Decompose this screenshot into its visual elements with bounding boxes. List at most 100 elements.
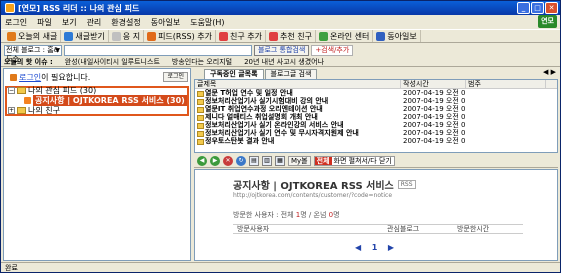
add-friend-button[interactable]: 친구 추가 — [216, 30, 266, 42]
brand-logo: 연모 — [538, 15, 557, 28]
hot-issue-link[interactable]: 20년 내년 사고시 생겼어나 — [244, 57, 324, 67]
column-visit-time: 방문한시간 — [457, 225, 490, 233]
minimize-button[interactable]: _ — [517, 2, 530, 14]
login-link[interactable]: 로그인 — [19, 72, 41, 83]
back-icon[interactable]: ◀ — [197, 156, 207, 166]
my-list-button[interactable]: My볼 — [288, 156, 311, 166]
full-badge: 전체 — [314, 157, 332, 165]
column-title[interactable]: 글제목 — [195, 80, 401, 88]
hot-issues-label: 오늘의 핫 이슈 : — [4, 57, 53, 66]
online-center-button[interactable]: 온라인 센터 — [316, 30, 374, 42]
blog-search-button[interactable]: 블로그 통합검색 — [254, 44, 310, 56]
table-row[interactable]: 열문IT 취업연수과정 오리엔테이션 안내 2007-04-19 오전 0... — [195, 105, 557, 113]
today-new-posts-button[interactable]: 오늘의 새글 — [4, 30, 62, 42]
home-icon — [7, 31, 16, 41]
feed-tree-panel: 로그인 이 필요합니다. 로그인 − 나의 관심 피드 (30) 공지사항 | … — [3, 68, 191, 261]
tree-feed-ojtkorea[interactable]: 공지사항 | OJTKOREA RSS 서비스 (30) — [8, 94, 190, 106]
login-message: 이 필요합니다. — [41, 73, 91, 82]
column-visitor: 방문사용자 — [237, 225, 270, 233]
layout-icon[interactable]: ▤ — [249, 156, 259, 166]
folder-icon — [17, 86, 26, 94]
person-add-icon — [219, 31, 229, 41]
rss-icon — [24, 96, 31, 104]
quick-add-button[interactable]: +검색/추가 — [311, 44, 354, 56]
tree-folder-my-feeds[interactable]: − 나의 관심 피드 (30) — [8, 85, 190, 95]
feed-viewer: 공지사항 | OJTKOREA RSS 서비스 RSS http://ojtko… — [194, 169, 558, 261]
globe-icon — [318, 31, 328, 41]
full-screen-toggle-button[interactable]: 전체 화면 펼쳐서/다 닫기 — [313, 156, 395, 166]
hot-issue-link[interactable]: 완성(내일사이티시 일루트니스트 — [65, 57, 160, 67]
tab-bar: 구독중인 글목록 블로그글 검색 ◀ ▶ — [194, 68, 558, 79]
stop-icon[interactable]: ✕ — [223, 156, 233, 166]
column-interest-blog: 관심블로그 — [387, 225, 420, 233]
tab-scroll-arrows[interactable]: ◀ ▶ — [543, 68, 556, 76]
folder-icon — [17, 106, 26, 114]
table-row[interactable]: 정보처리산업기사 실기 온라인강의 서비스 안내 2007-04-19 오전 0.… — [195, 121, 557, 129]
window-controls: _ □ ✕ — [517, 2, 558, 14]
login-button[interactable]: 로그인 — [163, 72, 188, 82]
forward-icon[interactable]: ▶ — [210, 156, 220, 166]
column-category[interactable]: 범주 — [466, 80, 546, 88]
user-icon — [10, 74, 17, 81]
news-icon — [376, 31, 386, 41]
rss-icon — [147, 31, 157, 41]
feed-title: 공지사항 | OJTKOREA RSS 서비스 RSS — [233, 177, 416, 192]
status-bar: 완료 — [1, 262, 560, 272]
people-icon — [269, 31, 278, 41]
menu-help[interactable]: 도움말(H) — [190, 17, 224, 28]
app-window: [연모] RSS 리더 :: 나의 관심 피드 _ □ ✕ 로그인 파일 보기 … — [0, 0, 561, 273]
maximize-button[interactable]: □ — [531, 2, 544, 14]
donga-button[interactable]: 동아일보 — [373, 30, 421, 42]
hot-issues-bar: 오늘의 핫 이슈 : 완성(내일사이티시 일루트니스트 방송인다는 오리지털 2… — [1, 57, 560, 67]
menu-manage[interactable]: 관리 — [87, 17, 102, 28]
expand-icon[interactable]: + — [8, 106, 15, 114]
menu-login[interactable]: 로그인 — [5, 17, 27, 28]
tab-subscribed-posts[interactable]: 구독중인 글목록 — [204, 69, 264, 79]
main-toolbar: 오늘의 새글 새글받기 응 지 피드(RSS) 추가 친구 추가 추천 친구 온… — [1, 29, 560, 43]
title-bar[interactable]: [연모] RSS 리더 :: 나의 관심 피드 _ □ ✕ — [1, 1, 560, 15]
tree-folder-friends[interactable]: + 나의 친구 — [8, 105, 190, 115]
add-feed-button[interactable]: 피드(RSS) 추가 — [144, 30, 217, 42]
collapse-icon[interactable]: − — [8, 86, 15, 94]
next-page-icon[interactable]: ▶ — [388, 243, 394, 252]
reload-icon[interactable]: ↻ — [236, 156, 246, 166]
menu-settings[interactable]: 환경설정 — [111, 17, 140, 28]
rss-badge[interactable]: RSS — [397, 180, 416, 189]
close-button[interactable]: ✕ — [545, 2, 558, 14]
column-date[interactable]: 작성시간 — [401, 80, 466, 88]
hot-issue-link[interactable]: 방송인다는 오리지털 — [172, 57, 232, 67]
app-icon — [5, 3, 15, 13]
fetch-new-posts-button[interactable]: 새글받기 — [61, 30, 109, 42]
current-page[interactable]: 1 — [372, 243, 378, 252]
menu-view[interactable]: 보기 — [62, 17, 77, 28]
post-list-header: 글제목 작성시간 범주 — [195, 80, 557, 89]
content-panel: 구독중인 글목록 블로그글 검색 ◀ ▶ 글제목 작성시간 범주 열문 T허업 … — [194, 68, 558, 261]
visitor-table-header: 방문사용자 관심블로그 방문한시간 — [233, 224, 523, 234]
table-row[interactable]: 열문 T허업 연수 및 일정 안내 2007-04-19 오전 0... — [195, 89, 557, 97]
viewer-toolbar: ◀ ▶ ✕ ↻ ▤ ▥ ▦ My볼 전체 화면 펼쳐서/다 닫기 — [194, 155, 558, 168]
table-row[interactable]: 정우토스탄봇 결과 안내 2007-04-19 오전 0... — [195, 137, 557, 145]
stop-button[interactable]: 응 지 — [109, 30, 145, 42]
layout-icon[interactable]: ▦ — [275, 156, 285, 166]
table-row[interactable]: 제니다 얼매티스 취업설명회 개최 안내 2007-04-19 오전 0... — [195, 113, 557, 121]
feed-url[interactable]: http://ojtkorea.com/contents/customer/?c… — [233, 192, 392, 199]
login-prompt: 로그인 이 필요합니다. 로그인 — [8, 72, 188, 83]
layout-icon[interactable]: ▥ — [262, 156, 272, 166]
refresh-icon — [64, 31, 74, 41]
feed-tree: − 나의 관심 피드 (30) 공지사항 | OJTKOREA RSS 서비스 … — [8, 85, 190, 115]
menu-bar: 로그인 파일 보기 관리 환경설정 동아일보 도움말(H) — [1, 15, 560, 29]
window-title: [연모] RSS 리더 :: 나의 관심 피드 — [18, 3, 140, 13]
search-scope-select[interactable]: 전체 블로그 : 홈&도순 — [4, 44, 62, 63]
search-bar: 전체 블로그 : 홈&도순 블로그 통합검색 +검색/추가 — [1, 44, 560, 63]
prev-page-icon[interactable]: ◀ — [355, 243, 361, 252]
search-input[interactable] — [64, 44, 252, 56]
visitor-count: 방문한 사용자 : 전체 1명 / 온넘 0명 — [233, 211, 340, 219]
pagination: ◀ 1 ▶ — [355, 243, 394, 252]
tab-blog-search[interactable]: 블로그글 검색 — [264, 69, 318, 79]
menu-file[interactable]: 파일 — [37, 17, 52, 28]
recommend-friend-button[interactable]: 추천 친구 — [266, 30, 316, 42]
post-list: 글제목 작성시간 범주 열문 T허업 연수 및 일정 안내 2007-04-19 … — [194, 79, 558, 153]
menu-donga[interactable]: 동아일보 — [151, 17, 180, 28]
table-row[interactable]: 정보처리산업기사 실기 연수 및 무시자격지원제 안내 2007-04-19 오전… — [195, 129, 557, 137]
table-row[interactable]: 정보처리산업기사 실기시험대비 강의 안내 2007-04-19 오전 0... — [195, 97, 557, 105]
